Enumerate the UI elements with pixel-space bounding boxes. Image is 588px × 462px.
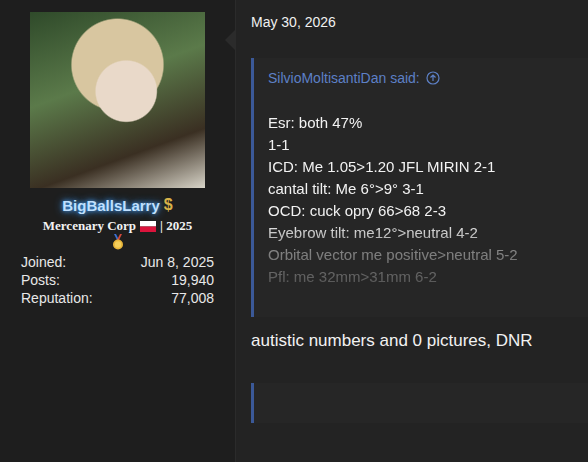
stat-label: Joined:	[21, 254, 93, 270]
username-row: BigBallsLarry$	[62, 196, 172, 214]
post-main: May 30, 2026 SilvioMoltisantiDan said: Esr…	[235, 0, 588, 462]
quote-author[interactable]: SilvioMoltisantiDan said:	[268, 70, 420, 86]
quote-line: Eyebrow tilt: me12°>neutral 4-2	[268, 222, 574, 244]
user-stats: Joined:Jun 8, 2025Posts:19,940Reputation…	[21, 254, 214, 306]
user-title: Mercenary Corp | 2025	[43, 218, 192, 234]
quote-body: Esr: both 47%1-1ICD: Me 1.05>1.20 JFL MI…	[268, 112, 574, 288]
post: BigBallsLarry$ Mercenary Corp | 2025 Joined…	[0, 0, 588, 462]
stat-label: Posts:	[21, 272, 93, 288]
user-title-suffix: | 2025	[160, 218, 192, 234]
quote-line: Pfl: me 32mm>31mm 6-2	[268, 266, 574, 288]
user-sidebar: BigBallsLarry$ Mercenary Corp | 2025 Joined…	[0, 0, 235, 462]
user-title-text: Mercenary Corp	[43, 218, 136, 234]
stat-value: 19,940	[93, 272, 214, 288]
stat-value: 77,008	[93, 290, 214, 306]
post-body: autistic numbers and 0 pictures, DNR	[251, 331, 588, 351]
medal-icon	[111, 234, 125, 250]
quote-line: Orbital vector me positive>neutral 5-2	[268, 244, 574, 266]
quote-line: ICD: Me 1.05>1.20 JFL MIRIN 2-1	[268, 156, 574, 178]
quote-block: SilvioMoltisantiDan said: Esr: both 47%1-…	[251, 58, 588, 317]
poland-flag-icon	[140, 221, 156, 232]
reply-box[interactable]	[251, 383, 588, 423]
stat-value: Jun 8, 2025	[93, 254, 214, 270]
username[interactable]: BigBallsLarry	[62, 197, 160, 214]
quote-line: Esr: both 47%	[268, 112, 574, 134]
avatar[interactable]	[30, 12, 205, 188]
quote-header[interactable]: SilvioMoltisantiDan said:	[268, 70, 574, 86]
pointer	[225, 30, 235, 50]
quote-line: cantal tilt: Me 6°>9° 3-1	[268, 178, 574, 200]
jump-up-icon[interactable]	[426, 71, 440, 85]
quote-line: 1-1	[268, 134, 574, 156]
quote-line: OCD: cuck opry 66>68 2-3	[268, 200, 574, 222]
username-badge: $	[164, 196, 173, 214]
post-date[interactable]: May 30, 2026	[251, 14, 588, 30]
stat-label: Reputation:	[21, 290, 93, 306]
